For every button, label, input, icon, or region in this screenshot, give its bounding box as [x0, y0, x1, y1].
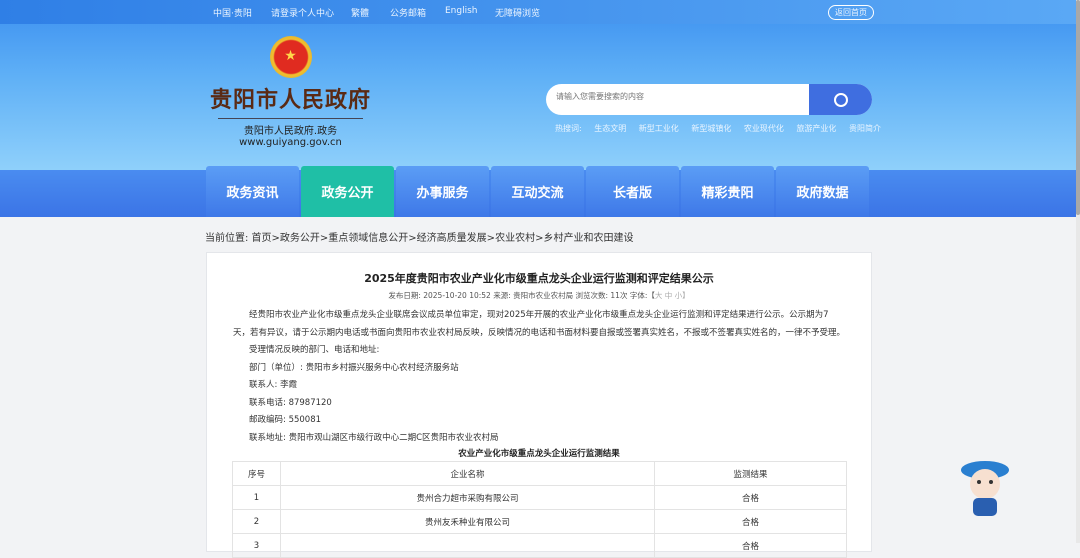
paragraph: 经贵阳市农业产业化市级重点龙头企业联席会议成员单位审定，现对2025年开展的农业… [233, 310, 846, 338]
header-cell: 企业名称 [280, 461, 655, 486]
nav-open-government[interactable]: 政务公开 [301, 166, 394, 217]
paragraph: 受理情况反映的部门、电话和地址: [249, 345, 380, 355]
nav-news[interactable]: 政务资讯 [206, 166, 299, 217]
cell: 合格 [654, 509, 847, 534]
hot-link[interactable]: 旅游产业化 [796, 124, 836, 133]
article-panel: 2025年度贵阳市农业产业化市级重点龙头企业运行监测和评定结果公示 发布日期: … [206, 252, 872, 558]
cell: 贵州合力超市采购有限公司 [280, 485, 655, 510]
table-header: 序号 企业名称 监测结果 [232, 461, 847, 486]
nav-data[interactable]: 政府数据 [776, 166, 869, 217]
hot-link[interactable]: 生态文明 [594, 124, 626, 133]
breadcrumb[interactable]: 当前位置: 首页>政务公开>重点领域信息公开>经济高质量发展>农业农村>乡村产业… [205, 229, 633, 244]
header: 中国·贵阳 请登录个人中心 繁體 公务邮箱 English 无障碍浏览 返回首页… [0, 0, 1076, 170]
table-row: 1 贵州合力超市采购有限公司 合格 [232, 485, 847, 510]
header-cell: 序号 [232, 461, 281, 486]
paragraph: 部门（单位）: 贵阳市乡村振兴服务中心农村经济服务站 [249, 362, 459, 373]
topbar-traditional[interactable]: 繁體 [351, 6, 369, 19]
hot-link[interactable]: 贵阳简介 [849, 124, 881, 133]
back-home-button[interactable]: 返回首页 [828, 5, 874, 20]
hot-link[interactable]: 新型工业化 [639, 124, 679, 133]
cell: 合格 [654, 533, 847, 558]
paragraph: 联系电话: 87987120 [249, 397, 332, 408]
table-row: 3 合格 [232, 533, 847, 558]
cell [280, 533, 655, 558]
main-nav: 政务资讯 政务公开 办事服务 互动交流 长者版 精彩贵阳 政府数据 [206, 166, 871, 217]
hot-link[interactable]: 新型城镇化 [691, 124, 731, 133]
scrollbar[interactable] [1076, 0, 1080, 543]
results-table: 序号 企业名称 监测结果 1 贵州合力超市采购有限公司 合格 2 贵州友禾种业有限公司 合格… [232, 461, 847, 558]
nav-services[interactable]: 办事服务 [396, 166, 489, 217]
logo-title: 贵阳市人民政府 [209, 88, 371, 113]
paragraph: 邮政编码: 550081 [249, 415, 322, 425]
paragraph: 联系地址: 贵阳市观山湖区市级行政中心二期C区贵阳市农业农村局 [249, 432, 499, 443]
nav-elderly[interactable]: 长者版 [586, 166, 679, 217]
search-input[interactable] [556, 92, 806, 101]
article-meta: 发布日期: 2025-10-20 10:52 来源: 贵阳市农业农村局 浏览次数… [207, 290, 871, 301]
cell: 3 [232, 533, 281, 558]
nav-interaction[interactable]: 互动交流 [491, 166, 584, 217]
logo-subtitle: 贵阳市人民政府.政务 [218, 118, 363, 137]
search-button[interactable] [809, 84, 872, 115]
hot-link[interactable]: 农业现代化 [744, 124, 784, 133]
article-title: 2025年度贵阳市农业产业化市级重点龙头企业运行监测和评定结果公示 [364, 272, 714, 285]
header-cell: 监测结果 [654, 461, 847, 486]
table-row: 2 贵州友禾种业有限公司 合格 [232, 509, 847, 534]
cell: 贵州友禾种业有限公司 [280, 509, 655, 534]
topbar-accessibility[interactable]: 无障碍浏览 [495, 6, 540, 19]
topbar-english[interactable]: English [445, 6, 478, 16]
topbar-mail[interactable]: 公务邮箱 [390, 6, 426, 19]
search-icon [833, 92, 848, 107]
cell: 1 [232, 485, 281, 510]
cell: 合格 [654, 485, 847, 510]
topbar-login[interactable]: 请登录个人中心 [271, 6, 334, 19]
topbar-region[interactable]: 中国·贵阳 [213, 6, 252, 19]
cell: 2 [232, 509, 281, 534]
mascot-icon[interactable] [958, 456, 1012, 518]
site-logo[interactable]: ★ 贵阳市人民政府 贵阳市人民政府.政务 www.guiyang.gov.cn [208, 36, 373, 148]
table-title: 农业产业化市级重点龙头企业运行监测结果 [458, 449, 620, 459]
logo-url: www.guiyang.gov.cn [239, 137, 342, 148]
paragraph: 联系人: 李霞 [249, 380, 298, 390]
meta-text: 发布日期: 2025-10-20 10:52 来源: 贵阳市农业农村局 浏览次数… [388, 291, 655, 300]
nav-guiyang[interactable]: 精彩贵阳 [681, 166, 774, 217]
font-size-options[interactable]: 大 中 小】 [655, 291, 690, 300]
hot-label: 热搜词: [555, 124, 582, 133]
top-bar: 中国·贵阳 请登录个人中心 繁體 公务邮箱 English 无障碍浏览 返回首页 [0, 0, 1076, 24]
search-box [546, 84, 872, 115]
hot-searches: 热搜词: 生态文明 新型工业化 新型城镇化 农业现代化 旅游产业化 贵阳简介 [555, 123, 891, 134]
scrollbar-thumb[interactable] [1076, 0, 1080, 215]
national-emblem-icon: ★ [269, 36, 312, 78]
article-body: 经贵阳市农业产业化市级重点龙头企业联席会议成员单位审定，现对2025年开展的农业… [233, 307, 845, 447]
